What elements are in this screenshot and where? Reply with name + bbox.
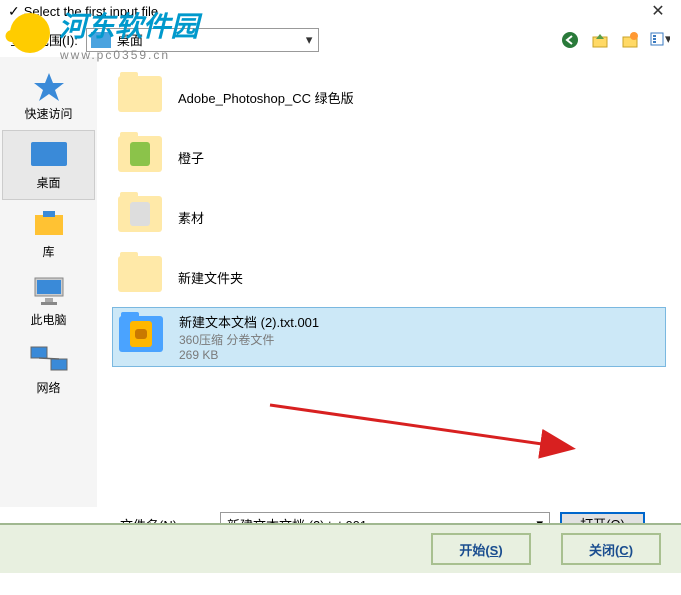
lookin-label: 查找范围(I): <box>10 30 78 49</box>
desktop-icon <box>91 32 111 48</box>
dialog-title: Select the first input file <box>24 4 643 19</box>
close-icon[interactable]: ✕ <box>643 1 673 21</box>
new-folder-icon[interactable] <box>619 29 641 51</box>
file-name: 新建文本文档 (2).txt.001 <box>179 312 319 331</box>
network-icon <box>29 344 69 376</box>
sidebar-item-library[interactable]: 库 <box>0 200 97 268</box>
titlebar: ✓ Select the first input file ✕ <box>0 0 681 22</box>
sidebar-label: 网络 <box>36 379 60 396</box>
chevron-down-icon: ▾ <box>306 32 313 48</box>
file-name: 新建文件夹 <box>178 268 243 287</box>
start-button[interactable]: 开始(S) <box>431 533 531 565</box>
pc-icon <box>29 276 69 308</box>
bottom-bar: 开始(S) 关闭(C) <box>0 523 681 573</box>
sidebar-item-network[interactable]: 网络 <box>0 336 97 404</box>
sidebar-label: 桌面 <box>36 174 60 191</box>
location-dropdown[interactable]: 桌面 ▾ <box>86 28 320 52</box>
file-item-folder[interactable]: Adobe_Photoshop_CC 绿色版 <box>112 67 666 127</box>
folder-icon <box>118 256 166 298</box>
file-type-meta: 360压缩 分卷文件 <box>179 331 319 348</box>
sidebar-label: 库 <box>42 243 54 260</box>
file-size-meta: 269 KB <box>179 348 319 362</box>
sidebar-label: 快速访问 <box>24 105 72 122</box>
folder-icon <box>118 76 166 118</box>
up-icon[interactable] <box>589 29 611 51</box>
zip-file-icon <box>119 316 167 358</box>
file-name: Adobe_Photoshop_CC 绿色版 <box>178 88 354 107</box>
sidebar-item-quickaccess[interactable]: 快速访问 <box>0 62 97 130</box>
file-name: 橙子 <box>178 148 204 167</box>
svg-text:▾: ▾ <box>665 31 670 46</box>
file-item-folder[interactable]: 素材 <box>112 187 666 247</box>
file-list: Adobe_Photoshop_CC 绿色版 橙子 素材 新建文件夹 新建文本文… <box>97 57 681 507</box>
library-icon <box>29 208 69 240</box>
sidebar-label: 此电脑 <box>30 311 66 328</box>
sidebar-item-desktop[interactable]: 桌面 <box>2 130 95 200</box>
close-button[interactable]: 关闭(C) <box>561 533 661 565</box>
file-item-folder[interactable]: 橙子 <box>112 127 666 187</box>
view-menu-icon[interactable]: ▾ <box>649 29 671 51</box>
file-item-selected[interactable]: 新建文本文档 (2).txt.001 360压缩 分卷文件 269 KB <box>112 307 666 367</box>
sidebar-item-thispc[interactable]: 此电脑 <box>0 268 97 336</box>
location-value: 桌面 <box>117 30 306 49</box>
back-icon[interactable] <box>559 29 581 51</box>
titlebar-check-icon: ✓ <box>8 3 20 20</box>
file-name: 素材 <box>178 208 204 227</box>
star-icon <box>29 70 69 102</box>
toolbar: 查找范围(I): 桌面 ▾ ▾ <box>0 22 681 57</box>
file-item-folder[interactable]: 新建文件夹 <box>112 247 666 307</box>
folder-icon <box>118 136 166 178</box>
places-sidebar: 快速访问 桌面 库 此电脑 网络 <box>0 57 97 507</box>
desktop-icon <box>29 139 69 171</box>
folder-icon <box>118 196 166 238</box>
